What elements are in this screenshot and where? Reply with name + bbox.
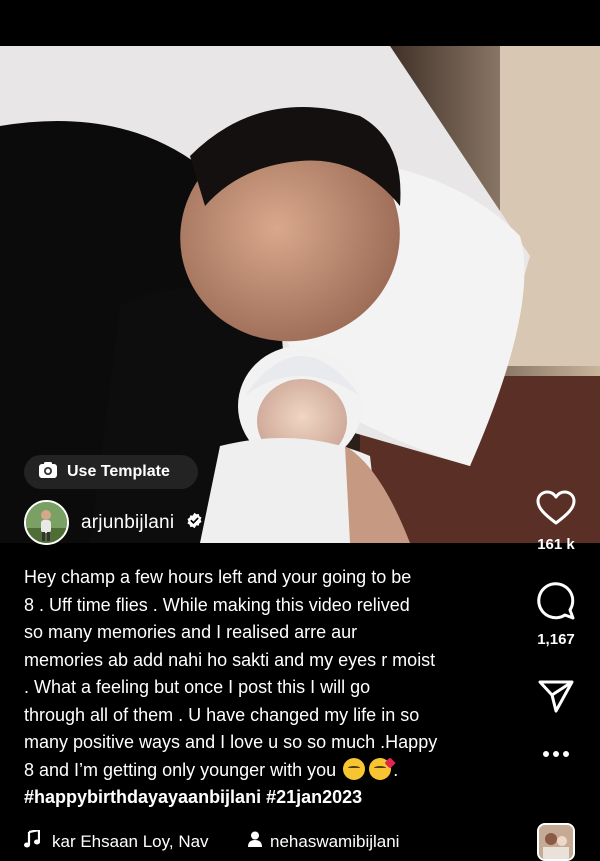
caption-line: 8 . Uff time flies . While making this v…	[24, 594, 410, 615]
caption-line: memories ab add nahi ho sakti and my eye…	[24, 649, 436, 670]
use-template-label: Use Template	[67, 463, 170, 480]
audio-thumbnail[interactable]	[537, 823, 575, 861]
comment-count: 1,167	[537, 631, 575, 648]
more-icon	[542, 750, 570, 758]
person-icon	[248, 831, 262, 852]
more-button[interactable]	[542, 750, 570, 758]
hashtags[interactable]: #happybirthdayayaanbijlani #21jan2023	[24, 784, 506, 812]
caption-line: 8 and I’m getting only younger with you	[24, 759, 337, 780]
caption-line: through all of them . U have changed my …	[24, 704, 420, 725]
avatar[interactable]	[24, 500, 69, 545]
caption-line: Hey champ a few hours left and your goin…	[24, 567, 412, 587]
share-button[interactable]	[537, 678, 575, 714]
like-button[interactable]: 161 k	[536, 490, 576, 553]
caption-line: . What a feeling but once I post this I …	[24, 677, 371, 697]
verified-badge-icon	[186, 512, 203, 534]
heart-icon	[536, 490, 576, 526]
like-count: 161 k	[537, 536, 575, 553]
winking-face-icon	[343, 757, 366, 780]
caption-line: many positive ways and I love u so so mu…	[24, 732, 438, 752]
action-column: 161 k 1,167	[512, 490, 600, 758]
tagged-user[interactable]: nehaswamibijlani	[248, 831, 399, 852]
post-caption: Hey champ a few hours left and your goin…	[24, 564, 506, 812]
music-note-icon	[24, 828, 41, 853]
use-template-button[interactable]: Use Template	[24, 455, 198, 489]
kissing-face-icon	[369, 757, 392, 780]
share-icon	[537, 678, 575, 714]
tagged-username: nehaswamibijlani	[270, 831, 400, 851]
comment-icon	[536, 581, 576, 621]
caption-line-last: 8 and I’m getting only younger with you …	[24, 757, 506, 785]
post-author: arjunbijlani	[24, 500, 203, 545]
caption-line: so many memories and I realised arre aur	[24, 622, 358, 642]
camera-icon	[38, 461, 58, 484]
audio-track-name[interactable]: kar Ehsaan Loy, Nav	[52, 832, 232, 852]
comment-button[interactable]: 1,167	[536, 581, 576, 648]
audio-row[interactable]: kar Ehsaan Loy, Nav nehaswamibijlani	[24, 828, 399, 853]
username[interactable]: arjunbijlani	[81, 512, 174, 534]
